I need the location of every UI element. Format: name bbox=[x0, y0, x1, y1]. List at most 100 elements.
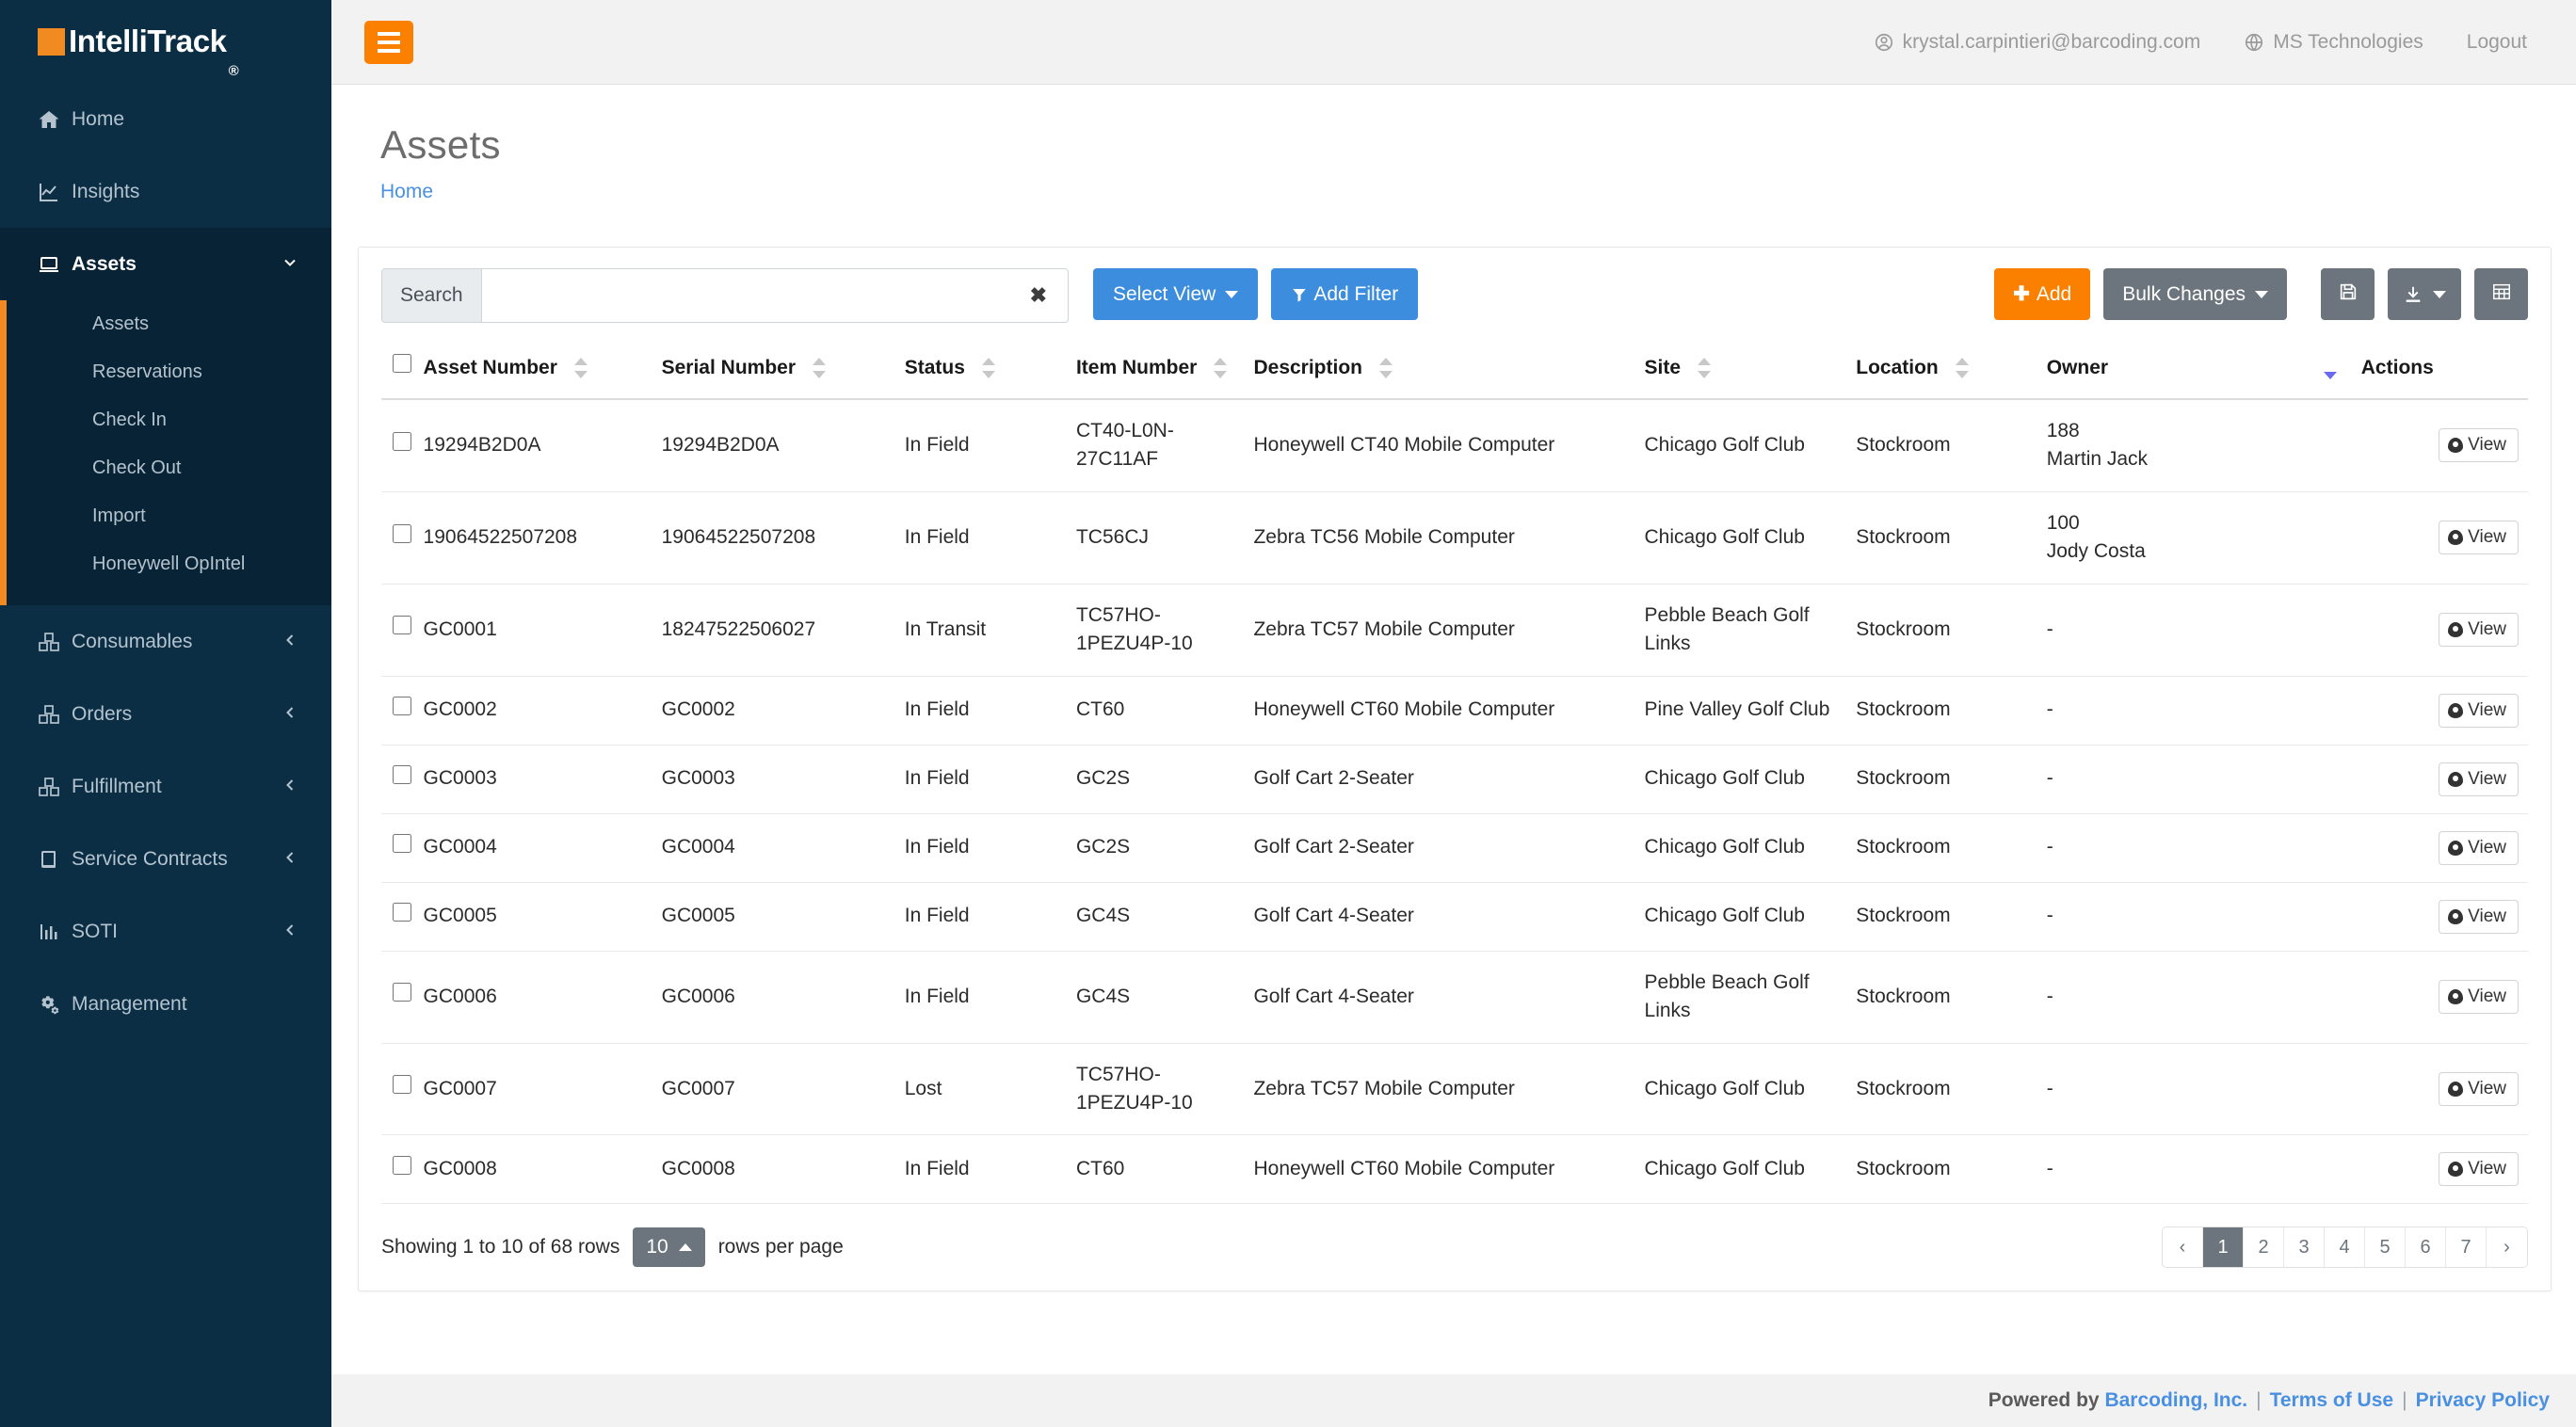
sidebar-subitem-reservations[interactable]: Reservations bbox=[0, 348, 331, 396]
th-status[interactable]: Status bbox=[904, 344, 1076, 400]
table-row[interactable]: GC0003 GC0003 In Field GC2S Golf Cart 2-Seat… bbox=[381, 745, 2528, 814]
pagination-page-2[interactable]: 2 bbox=[2244, 1227, 2284, 1268]
sidebar-item-assets[interactable]: Assets bbox=[0, 228, 331, 300]
pagination-prev[interactable]: ‹ bbox=[2163, 1227, 2203, 1268]
add-filter-button[interactable]: Add Filter bbox=[1271, 268, 1419, 320]
chevron-down-icon bbox=[2255, 290, 2268, 298]
clear-search-button[interactable]: ✖ bbox=[1009, 269, 1068, 322]
bulk-changes-button[interactable]: Bulk Changes bbox=[2103, 268, 2287, 320]
table-row[interactable]: GC0008 GC0008 In Field CT60 Honeywell CT60 M… bbox=[381, 1134, 2528, 1205]
sidebar-item-service-contracts[interactable]: Service Contracts bbox=[0, 823, 331, 895]
th-site[interactable]: Site bbox=[1644, 344, 1857, 400]
table-row[interactable]: GC0004 GC0004 In Field GC2S Golf Cart 2-Seat… bbox=[381, 813, 2528, 883]
pagination-next[interactable]: › bbox=[2487, 1227, 2527, 1268]
sort-icon[interactable] bbox=[1378, 358, 1393, 378]
sidebar-subitem-check-in[interactable]: Check In bbox=[0, 396, 331, 444]
cell-serial-number: GC0007 bbox=[661, 1043, 905, 1136]
view-button[interactable]: View bbox=[2439, 830, 2519, 865]
sidebar-subitem-check-out[interactable]: Check Out bbox=[0, 444, 331, 492]
pagination-page-7[interactable]: 7 bbox=[2446, 1227, 2487, 1268]
sidebar-item-home[interactable]: Home bbox=[0, 83, 331, 155]
rows-per-page-select[interactable]: 10 bbox=[633, 1227, 705, 1268]
row-checkbox[interactable] bbox=[393, 901, 411, 922]
sidebar-subitem-import[interactable]: Import bbox=[0, 492, 331, 540]
pagination-page-3[interactable]: 3 bbox=[2284, 1227, 2325, 1268]
sort-icon[interactable] bbox=[1214, 358, 1228, 378]
terms-of-use-link[interactable]: Terms of Use bbox=[2270, 1389, 2394, 1412]
breadcrumb-home-link[interactable]: Home bbox=[380, 181, 433, 202]
sidebar-item-consumables[interactable]: Consumables bbox=[0, 605, 331, 678]
row-checkbox[interactable] bbox=[393, 522, 411, 544]
sidebar-item-fulfillment[interactable]: Fulfillment bbox=[0, 750, 331, 823]
th-item-number[interactable]: Item Number bbox=[1075, 344, 1254, 400]
privacy-policy-link[interactable]: Privacy Policy bbox=[2416, 1389, 2550, 1412]
view-button[interactable]: View bbox=[2439, 899, 2519, 934]
table-row[interactable]: 19294B2D0A 19294B2D0A In Field CT40-L0N-27C… bbox=[381, 399, 2528, 492]
cell-location: Stockroom bbox=[1856, 491, 2047, 585]
sort-icon[interactable] bbox=[1697, 358, 1711, 378]
logout-link[interactable]: Logout bbox=[2467, 31, 2527, 54]
row-checkbox[interactable] bbox=[393, 1154, 411, 1176]
row-checkbox[interactable] bbox=[393, 695, 411, 716]
th-owner[interactable]: Owner bbox=[2046, 344, 2361, 400]
sidebar-item-insights[interactable]: Insights bbox=[0, 155, 331, 228]
view-button[interactable]: View bbox=[2439, 762, 2519, 796]
table-row[interactable]: GC0006 GC0006 In Field GC4S Golf Cart 4-Seat… bbox=[381, 951, 2528, 1044]
cell-item-number: GC2S bbox=[1075, 745, 1254, 814]
view-button[interactable]: View bbox=[2439, 1071, 2519, 1106]
row-checkbox[interactable] bbox=[393, 763, 411, 785]
table-row[interactable]: GC0002 GC0002 In Field CT60 Honeywell CT60 M… bbox=[381, 676, 2528, 746]
sidebar-subitem-assets[interactable]: Assets bbox=[0, 300, 331, 348]
sidebar-subitem-honeywell-opintel[interactable]: Honeywell OpIntel bbox=[0, 540, 331, 588]
row-checkbox[interactable] bbox=[393, 982, 411, 1003]
sort-icon[interactable] bbox=[573, 358, 588, 378]
sort-icon[interactable] bbox=[812, 358, 826, 378]
tenant-selector[interactable]: MS Technologies bbox=[2244, 31, 2423, 54]
pagination-page-4[interactable]: 4 bbox=[2325, 1227, 2365, 1268]
th-asset-number[interactable]: Asset Number bbox=[423, 344, 662, 400]
brand-logo[interactable]: IntelliTrack ® bbox=[0, 0, 331, 83]
row-checkbox[interactable] bbox=[393, 615, 411, 636]
save-view-button[interactable] bbox=[2321, 268, 2375, 320]
sort-icon-desc[interactable] bbox=[2323, 359, 2337, 379]
cell-owner: 188 Martin Jack bbox=[2046, 399, 2361, 492]
sidebar-item-label: Service Contracts bbox=[72, 847, 228, 870]
search-input[interactable] bbox=[481, 269, 1009, 322]
barcoding-inc-link[interactable]: Barcoding, Inc. bbox=[2104, 1389, 2247, 1412]
sidebar-item-soti[interactable]: SOTI bbox=[0, 895, 331, 968]
pagination-page-5[interactable]: 5 bbox=[2365, 1227, 2406, 1268]
sidebar: IntelliTrack ® Home Insights Assets Asse… bbox=[0, 0, 331, 1427]
view-button[interactable]: View bbox=[2439, 693, 2519, 728]
th-description[interactable]: Description bbox=[1253, 344, 1645, 400]
th-serial-number[interactable]: Serial Number bbox=[661, 344, 905, 400]
table-row[interactable]: GC0007 GC0007 Lost TC57HO-1PEZU4P-10 Zebra T… bbox=[381, 1043, 2528, 1136]
pagination-page-6[interactable]: 6 bbox=[2406, 1227, 2446, 1268]
sidebar-item-orders[interactable]: Orders bbox=[0, 678, 331, 750]
select-view-button[interactable]: Select View bbox=[1093, 268, 1259, 320]
view-button[interactable]: View bbox=[2439, 1152, 2519, 1187]
view-button[interactable]: View bbox=[2439, 613, 2519, 648]
boxes-icon bbox=[38, 776, 72, 798]
sort-icon[interactable] bbox=[1955, 358, 1969, 378]
row-checkbox[interactable] bbox=[393, 1074, 411, 1096]
table-row[interactable]: GC0001 18247522506027 In Transit TC57HO-1PE… bbox=[381, 584, 2528, 677]
column-chooser-button[interactable] bbox=[2474, 268, 2528, 320]
th-location[interactable]: Location bbox=[1856, 344, 2047, 400]
view-button[interactable]: View bbox=[2439, 521, 2519, 555]
cell-owner: - bbox=[2046, 813, 2361, 883]
table-row[interactable]: 19064522507208 19064522507208 In Field TC56… bbox=[381, 491, 2528, 585]
row-checkbox[interactable] bbox=[393, 832, 411, 854]
add-button[interactable]: ✚ Add bbox=[1994, 268, 2091, 320]
table-footer: Showing 1 to 10 of 68 rows 10 rows per p… bbox=[381, 1227, 2528, 1269]
user-account[interactable]: krystal.carpintieri@barcoding.com bbox=[1874, 31, 2200, 54]
sort-icon[interactable] bbox=[981, 358, 995, 378]
hamburger-menu-button[interactable] bbox=[364, 20, 413, 64]
sidebar-item-management[interactable]: Management bbox=[0, 968, 331, 1040]
view-button[interactable]: View bbox=[2439, 428, 2519, 463]
select-all-checkbox[interactable] bbox=[393, 353, 411, 374]
pagination-page-1[interactable]: 1 bbox=[2203, 1227, 2244, 1268]
export-download-button[interactable] bbox=[2388, 268, 2461, 320]
view-button[interactable]: View bbox=[2439, 980, 2519, 1015]
table-row[interactable]: GC0005 GC0005 In Field GC4S Golf Cart 4-Seat… bbox=[381, 882, 2528, 952]
row-checkbox[interactable] bbox=[393, 430, 411, 452]
